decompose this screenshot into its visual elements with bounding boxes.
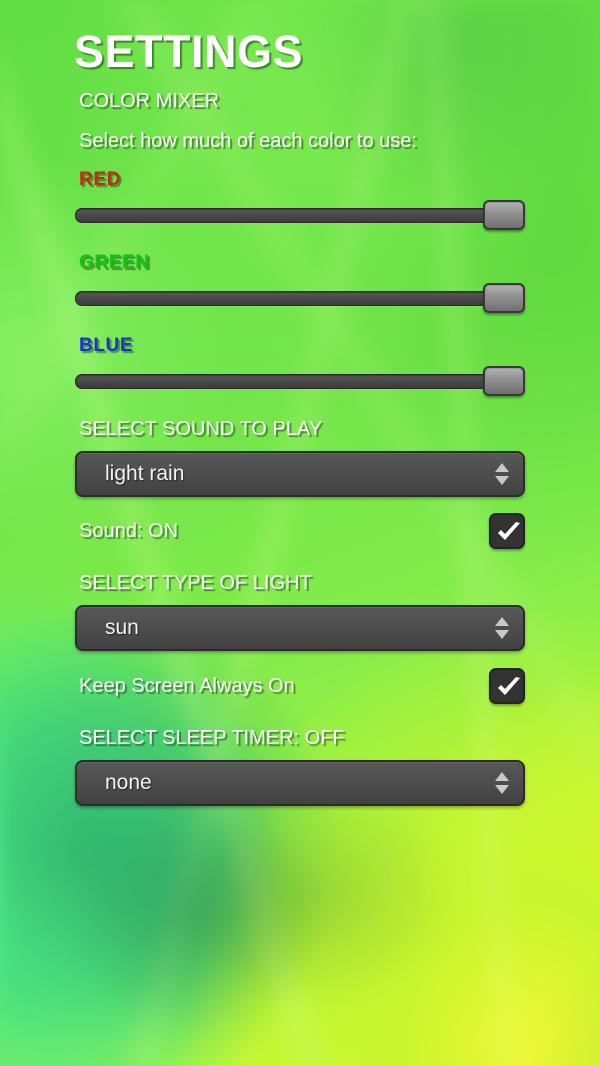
green-slider-track[interactable] bbox=[75, 291, 525, 306]
sleep-timer-value: none bbox=[105, 771, 152, 794]
triangle-down-icon[interactable] bbox=[495, 785, 509, 794]
sound-select-value: light rain bbox=[105, 462, 185, 485]
light-select-label: SELECT TYPE OF LIGHT bbox=[79, 572, 312, 594]
color-mixer-instruction: Select how much of each color to use: bbox=[79, 130, 417, 152]
settings-screen: SETTINGS COLOR MIXER Select how much of … bbox=[0, 0, 600, 1066]
triangle-down-icon[interactable] bbox=[495, 630, 509, 639]
red-slider[interactable] bbox=[75, 198, 525, 232]
green-slider[interactable] bbox=[75, 281, 525, 315]
sleep-timer-spinner[interactable] bbox=[495, 772, 509, 794]
sound-toggle-row[interactable]: Sound: ON bbox=[79, 513, 525, 549]
blue-slider-track[interactable] bbox=[75, 374, 525, 389]
triangle-up-icon[interactable] bbox=[495, 617, 509, 626]
red-slider-thumb[interactable] bbox=[483, 200, 525, 230]
sound-select-label: SELECT SOUND TO PLAY bbox=[79, 418, 323, 440]
light-select-dropdown[interactable]: sun bbox=[75, 605, 525, 651]
sound-toggle-checkbox[interactable] bbox=[489, 513, 525, 549]
blue-slider-label: BLUE bbox=[79, 335, 134, 356]
green-slider-thumb[interactable] bbox=[483, 283, 525, 313]
keep-screen-on-label: Keep Screen Always On bbox=[79, 674, 295, 697]
sleep-timer-label: SELECT SLEEP TIMER: OFF bbox=[79, 727, 345, 749]
keep-screen-on-row[interactable]: Keep Screen Always On bbox=[79, 668, 525, 704]
sound-toggle-label: Sound: ON bbox=[79, 519, 178, 542]
blue-slider-thumb[interactable] bbox=[483, 366, 525, 396]
sleep-timer-dropdown[interactable]: none bbox=[75, 760, 525, 806]
sound-select-dropdown[interactable]: light rain bbox=[75, 451, 525, 497]
color-mixer-heading: COLOR MIXER bbox=[79, 90, 220, 112]
triangle-up-icon[interactable] bbox=[495, 772, 509, 781]
checkmark-icon bbox=[498, 677, 520, 695]
sound-select-spinner[interactable] bbox=[495, 463, 509, 485]
checkmark-icon bbox=[498, 522, 520, 540]
light-select-spinner[interactable] bbox=[495, 617, 509, 639]
green-slider-label: GREEN bbox=[79, 252, 150, 273]
red-slider-track[interactable] bbox=[75, 208, 525, 223]
triangle-down-icon[interactable] bbox=[495, 476, 509, 485]
blue-slider[interactable] bbox=[75, 364, 525, 398]
triangle-up-icon[interactable] bbox=[495, 463, 509, 472]
light-select-value: sun bbox=[105, 616, 139, 639]
page-title: SETTINGS bbox=[74, 26, 304, 77]
red-slider-label: RED bbox=[79, 169, 121, 190]
keep-screen-on-checkbox[interactable] bbox=[489, 668, 525, 704]
